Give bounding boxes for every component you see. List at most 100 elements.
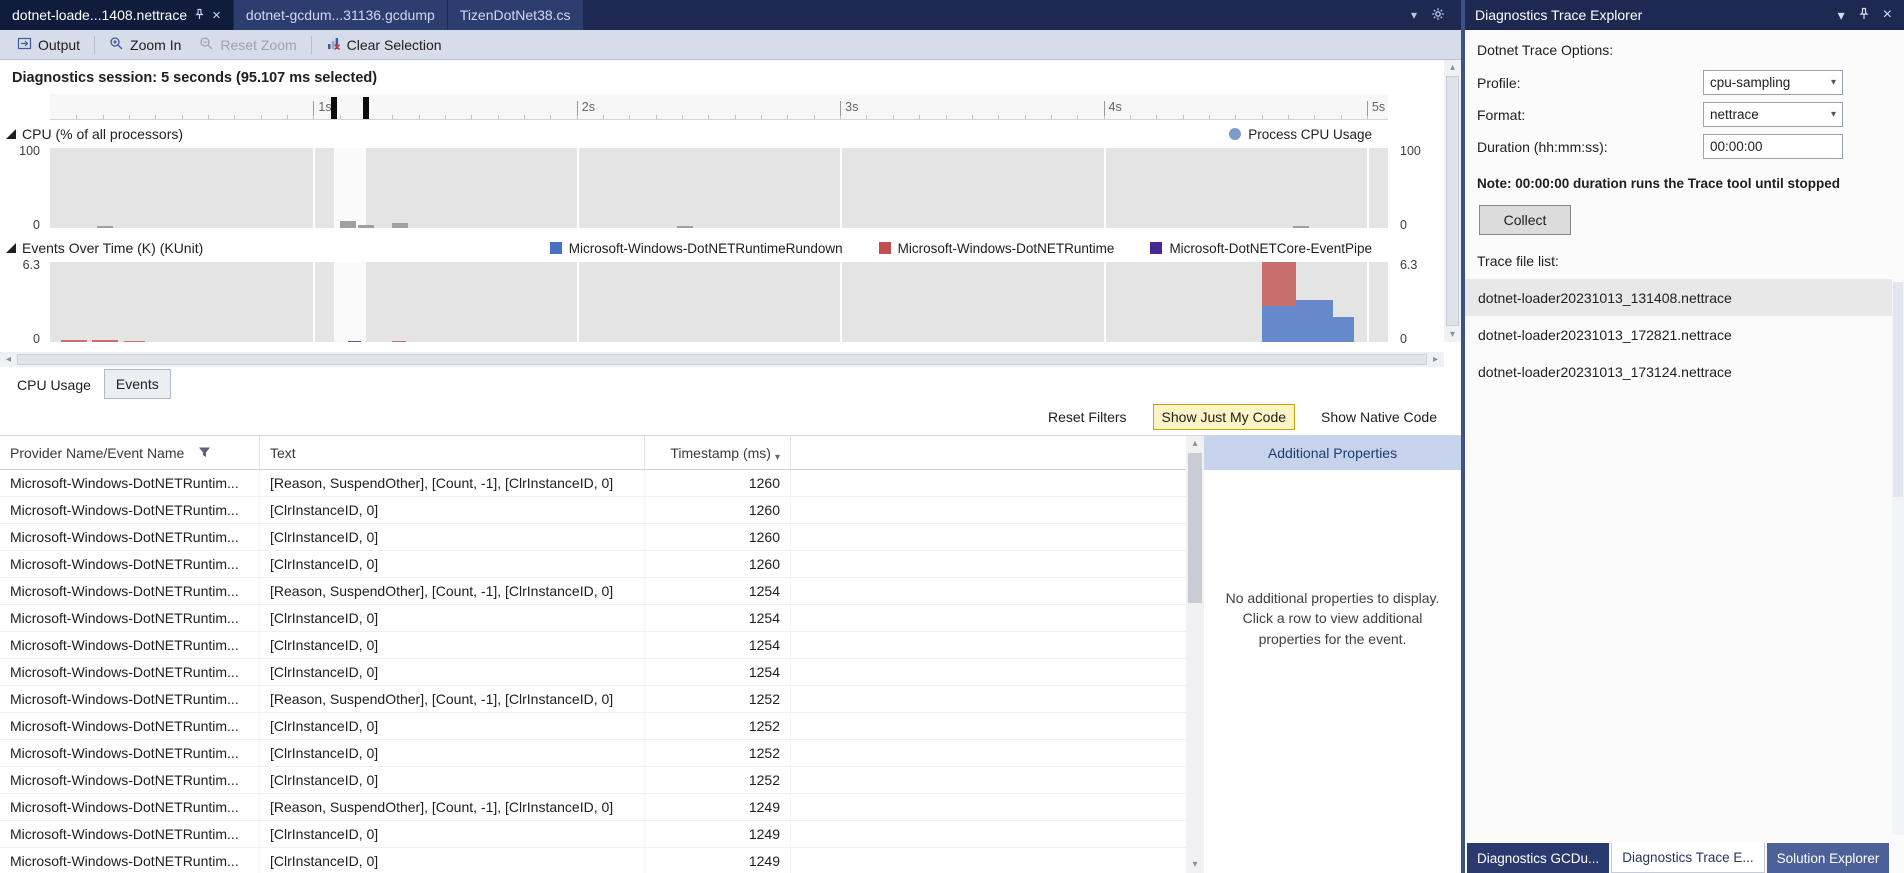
- events-legend: Microsoft-Windows-DotNETRuntimeRundownMi…: [550, 241, 1372, 256]
- column-header-timestamp[interactable]: Timestamp (ms) ▾: [645, 436, 791, 469]
- cell-text: [Reason, SuspendOther], [Count, -1], [Cl…: [260, 470, 645, 496]
- cpu-usage-bar: [358, 225, 374, 228]
- reset-filters-button[interactable]: Reset Filters: [1040, 405, 1135, 429]
- document-tab-label: TizenDotNet38.cs: [460, 7, 571, 23]
- document-tab[interactable]: dotnet-gcdum...31136.gcdump: [234, 0, 447, 30]
- cell-text: [Reason, SuspendOther], [Count, -1], [Cl…: [260, 578, 645, 604]
- events-chart-title: Events Over Time (K) (KUnit): [22, 240, 203, 256]
- table-row[interactable]: Microsoft-Windows-DotNETRuntim...[Reason…: [0, 794, 1186, 821]
- events-y-axis-right: 6.3 0: [1388, 262, 1444, 342]
- tool-window-tab[interactable]: Diagnostics Trace E...: [1611, 843, 1764, 873]
- document-tab[interactable]: TizenDotNet38.cs: [448, 0, 583, 30]
- chevron-down-icon[interactable]: ▾: [1838, 7, 1845, 24]
- cpu-plot[interactable]: [50, 148, 1388, 228]
- document-tab-label: dotnet-gcdum...31136.gcdump: [246, 7, 435, 23]
- events-plot[interactable]: [50, 262, 1388, 342]
- output-button[interactable]: Output: [8, 33, 89, 57]
- chevron-down-icon: ▾: [1831, 109, 1836, 120]
- profile-select[interactable]: cpu-sampling ▾: [1703, 70, 1843, 95]
- table-vertical-scrollbar[interactable]: ▴ ▾: [1186, 436, 1204, 873]
- scrollbar-thumb[interactable]: [1188, 453, 1202, 603]
- gear-icon[interactable]: [1431, 7, 1445, 24]
- table-row[interactable]: Microsoft-Windows-DotNETRuntim...[ClrIns…: [0, 659, 1186, 686]
- filter-funnel-icon[interactable]: [198, 446, 211, 459]
- scrollbar-thumb[interactable]: [1446, 76, 1459, 326]
- document-tab[interactable]: dotnet-loade...1408.nettrace ×: [0, 0, 233, 30]
- table-row[interactable]: Microsoft-Windows-DotNETRuntim...[ClrIns…: [0, 767, 1186, 794]
- cpu-usage-bar: [392, 223, 408, 228]
- close-icon[interactable]: ×: [1883, 6, 1892, 24]
- table-row[interactable]: Microsoft-Windows-DotNETRuntim...[ClrIns…: [0, 821, 1186, 848]
- scrollbar-thumb[interactable]: [17, 354, 1427, 365]
- trace-file-item[interactable]: dotnet-loader20231013_173124.nettrace: [1465, 353, 1892, 390]
- scroll-up-icon[interactable]: ▴: [1192, 436, 1197, 452]
- table-row[interactable]: Microsoft-Windows-DotNETRuntim...[ClrIns…: [0, 713, 1186, 740]
- cpu-usage-bar: [677, 226, 693, 228]
- table-row[interactable]: Microsoft-Windows-DotNETRuntim...[ClrIns…: [0, 740, 1186, 767]
- horizontal-scrollbar[interactable]: ◂ ▸: [0, 352, 1444, 367]
- tool-window-tab[interactable]: Solution Explorer: [1767, 843, 1890, 873]
- scroll-up-icon[interactable]: ▴: [1450, 60, 1455, 75]
- collapse-icon[interactable]: [6, 243, 16, 253]
- ruler-tick: 5s: [1367, 101, 1385, 116]
- charts-vertical-scrollbar[interactable]: ▴ ▾: [1444, 60, 1461, 342]
- pin-icon[interactable]: [1858, 7, 1870, 23]
- format-row: Format: nettrace ▾: [1477, 102, 1892, 127]
- cell-timestamp: 1252: [645, 767, 791, 793]
- chevron-down-icon[interactable]: ▾: [1411, 8, 1417, 22]
- scroll-down-icon[interactable]: ▾: [1192, 857, 1197, 873]
- scroll-left-icon[interactable]: ◂: [0, 352, 17, 367]
- profile-row: Profile: cpu-sampling ▾: [1477, 70, 1892, 95]
- tool-window-titlebar[interactable]: Diagnostics Trace Explorer ▾ ×: [1465, 0, 1904, 30]
- trace-file-item[interactable]: dotnet-loader20231013_131408.nettrace: [1465, 279, 1892, 316]
- table-row[interactable]: Microsoft-Windows-DotNETRuntim...[Reason…: [0, 686, 1186, 713]
- trace-options-form: Dotnet Trace Options: Profile: cpu-sampl…: [1465, 30, 1904, 843]
- collect-button[interactable]: Collect: [1479, 205, 1571, 235]
- column-header-text[interactable]: Text: [260, 436, 645, 469]
- table-row[interactable]: Microsoft-Windows-DotNETRuntim...[ClrIns…: [0, 551, 1186, 578]
- duration-input[interactable]: [1703, 134, 1843, 159]
- diagnostics-chart-area: Diagnostics session: 5 seconds (95.107 m…: [0, 60, 1461, 367]
- trace-list-scrollbar[interactable]: [1892, 282, 1904, 835]
- close-icon[interactable]: ×: [212, 8, 221, 23]
- cell-provider: Microsoft-Windows-DotNETRuntim...: [0, 632, 260, 658]
- session-label: Diagnostics session: 5 seconds (95.107 m…: [0, 60, 1444, 94]
- cell-filler: [791, 713, 1186, 739]
- show-just-my-code-button[interactable]: Show Just My Code: [1153, 404, 1296, 430]
- cell-filler: [791, 821, 1186, 847]
- ruler-tick: 3s: [840, 101, 858, 116]
- tool-window-tab[interactable]: Diagnostics GCDu...: [1467, 843, 1609, 873]
- collapse-icon[interactable]: [6, 129, 16, 139]
- table-row[interactable]: Microsoft-Windows-DotNETRuntim...[ClrIns…: [0, 497, 1186, 524]
- selection-handle[interactable]: [363, 97, 369, 119]
- table-row[interactable]: Microsoft-Windows-DotNETRuntim...[ClrIns…: [0, 632, 1186, 659]
- table-row[interactable]: Microsoft-Windows-DotNETRuntim...[ClrIns…: [0, 605, 1186, 632]
- table-row[interactable]: Microsoft-Windows-DotNETRuntim...[Reason…: [0, 470, 1186, 497]
- zoom-in-button[interactable]: Zoom In: [100, 33, 190, 57]
- scroll-right-icon[interactable]: ▸: [1427, 352, 1444, 367]
- additional-properties-header: Additional Properties: [1204, 436, 1461, 470]
- reset-zoom-button[interactable]: Reset Zoom: [190, 33, 305, 57]
- cell-filler: [791, 740, 1186, 766]
- tab-events[interactable]: Events: [104, 369, 171, 399]
- application-window: dotnet-loade...1408.nettrace × dotnet-gcdu…: [0, 0, 1904, 873]
- pin-icon[interactable]: [194, 7, 205, 23]
- selection-handle[interactable]: [331, 97, 337, 119]
- show-native-code-button[interactable]: Show Native Code: [1313, 405, 1445, 429]
- event-bar: [124, 341, 145, 342]
- event-bar: [92, 340, 118, 342]
- table-row[interactable]: Microsoft-Windows-DotNETRuntim...[ClrIns…: [0, 524, 1186, 551]
- format-select[interactable]: nettrace ▾: [1703, 102, 1843, 127]
- tab-cpu-usage[interactable]: CPU Usage: [6, 371, 102, 399]
- cell-provider: Microsoft-Windows-DotNETRuntim...: [0, 497, 260, 523]
- table-row[interactable]: Microsoft-Windows-DotNETRuntim...[ClrIns…: [0, 848, 1186, 873]
- scroll-down-icon[interactable]: ▾: [1450, 327, 1455, 342]
- duration-label: Duration (hh:mm:ss):: [1477, 139, 1608, 155]
- cell-timestamp: 1249: [645, 821, 791, 847]
- column-header-provider[interactable]: Provider Name/Event Name: [0, 436, 260, 469]
- trace-file-item[interactable]: dotnet-loader20231013_172821.nettrace: [1465, 316, 1892, 353]
- document-tab-label: dotnet-loade...1408.nettrace: [12, 7, 187, 23]
- timeline-ruler[interactable]: 1s2s3s4s5s: [50, 94, 1388, 120]
- clear-selection-button[interactable]: Clear Selection: [317, 33, 451, 57]
- table-row[interactable]: Microsoft-Windows-DotNETRuntim...[Reason…: [0, 578, 1186, 605]
